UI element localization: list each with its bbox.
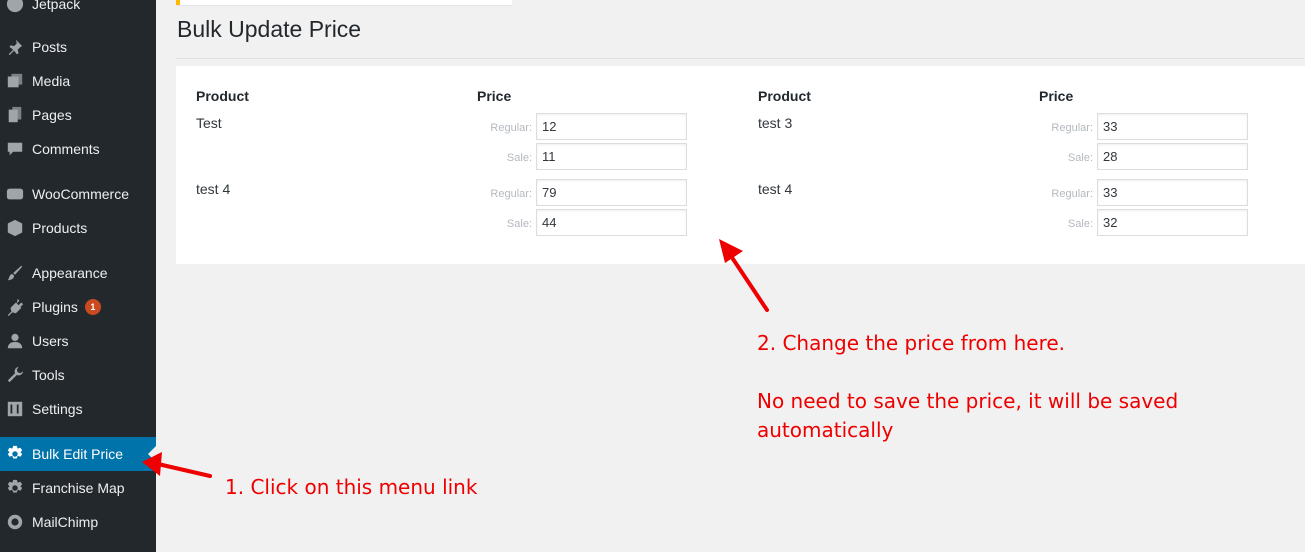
box-icon: [5, 218, 25, 238]
product-name: test 4: [196, 181, 231, 197]
regular-price-input[interactable]: [536, 179, 687, 206]
gear-icon: [5, 478, 25, 498]
sidebar-item-plugins[interactable]: Plugins 1: [0, 292, 156, 322]
pin-icon: [5, 37, 25, 57]
sidebar-item-franchise-map[interactable]: Franchise Map: [0, 473, 156, 503]
admin-notice: [176, 0, 512, 5]
sidebar-item-bulk-edit-price[interactable]: Bulk Edit Price: [0, 437, 156, 471]
annotation-step2-note: No need to save the price, it will be sa…: [757, 389, 1179, 413]
gear-icon: [5, 444, 25, 464]
product-name: test 4: [758, 181, 793, 197]
sidebar-item-label: WooCommerce: [32, 186, 129, 202]
sidebar-item-products[interactable]: Products: [0, 213, 156, 243]
sale-price-input[interactable]: [536, 143, 687, 170]
comment-icon: [5, 139, 25, 159]
regular-price-input[interactable]: [1097, 179, 1248, 206]
sale-price-label: Sale:: [506, 218, 532, 230]
sale-price-label: Sale:: [1067, 218, 1093, 230]
jetpack-icon: [5, 0, 25, 14]
sale-price-input[interactable]: [536, 209, 687, 236]
column-header-product: Product: [196, 88, 249, 104]
sidebar-item-appearance[interactable]: Appearance: [0, 258, 156, 288]
plug-icon: [5, 297, 25, 317]
product-name: test 3: [758, 115, 793, 131]
regular-price-input[interactable]: [536, 113, 687, 140]
sidebar-item-label: Users: [32, 333, 69, 349]
sale-price-input[interactable]: [1097, 143, 1248, 170]
sidebar-item-users[interactable]: Users: [0, 326, 156, 356]
sidebar-item-label: Posts: [32, 39, 68, 55]
sidebar-item-label: Products: [32, 220, 88, 236]
regular-price-label: Regular:: [490, 122, 532, 134]
sidebar-item-media[interactable]: Media: [0, 66, 156, 96]
annotation-step1: 1. Click on this menu link: [225, 475, 478, 499]
annotation-arrow-up: [719, 239, 769, 312]
admin-sidebar: Jetpack Posts Media Pages Comments WooCo…: [0, 0, 156, 552]
user-icon: [5, 331, 25, 351]
media-icon: [5, 71, 25, 91]
sale-price-label: Sale:: [506, 152, 532, 164]
update-count-badge: 1: [84, 299, 101, 315]
sidebar-item-label: Comments: [32, 141, 100, 157]
sidebar-item-label: Media: [32, 73, 71, 89]
page-title: Bulk Update Price: [177, 16, 362, 42]
sidebar-item-tools[interactable]: Tools: [0, 360, 156, 390]
sidebar-item-label: MailChimp: [32, 514, 99, 530]
regular-price-label: Regular:: [1051, 122, 1093, 134]
product-name: Test: [196, 115, 222, 131]
sale-price-input[interactable]: [1097, 209, 1248, 236]
sidebar-item-label: Pages: [32, 107, 72, 123]
sale-price-label: Sale:: [1067, 152, 1093, 164]
woocommerce-icon: [5, 184, 25, 204]
sidebar-item-settings[interactable]: Settings: [0, 394, 156, 424]
sidebar-item-comments[interactable]: Comments: [0, 134, 156, 164]
regular-price-label: Regular:: [1051, 188, 1093, 200]
regular-price-input[interactable]: [1097, 113, 1248, 140]
sidebar-item-woocommerce[interactable]: WooCommerce: [0, 179, 156, 209]
sidebar-item-posts[interactable]: Posts: [0, 32, 156, 62]
annotation-step2-note-cont: automatically: [757, 418, 894, 442]
sidebar-item-pages[interactable]: Pages: [0, 100, 156, 130]
sidebar-item-label: Tools: [32, 367, 65, 383]
wrench-icon: [5, 365, 25, 385]
pages-icon: [5, 105, 25, 125]
mailchimp-icon: [5, 512, 25, 532]
settings-icon: [5, 399, 25, 419]
sidebar-item-label: Plugins: [32, 299, 78, 315]
sidebar-item-label: Franchise Map: [32, 480, 125, 496]
column-header-product: Product: [758, 88, 811, 104]
annotation-arrow-left: [142, 452, 212, 478]
sidebar-item-label: Jetpack: [32, 0, 81, 12]
brush-icon: [5, 263, 25, 283]
column-header-price: Price: [1039, 88, 1074, 104]
regular-price-label: Regular:: [490, 188, 532, 200]
sidebar-item-label: Appearance: [32, 265, 108, 281]
annotation-step2: 2. Change the price from here.: [757, 331, 1066, 355]
sidebar-item-label: Settings: [32, 401, 83, 417]
sidebar-item-jetpack[interactable]: Jetpack: [0, 0, 156, 19]
column-header-price: Price: [477, 88, 512, 104]
sidebar-item-mailchimp[interactable]: MailChimp: [0, 507, 156, 537]
divider: [176, 58, 1305, 59]
sidebar-item-label: Bulk Edit Price: [32, 446, 124, 462]
